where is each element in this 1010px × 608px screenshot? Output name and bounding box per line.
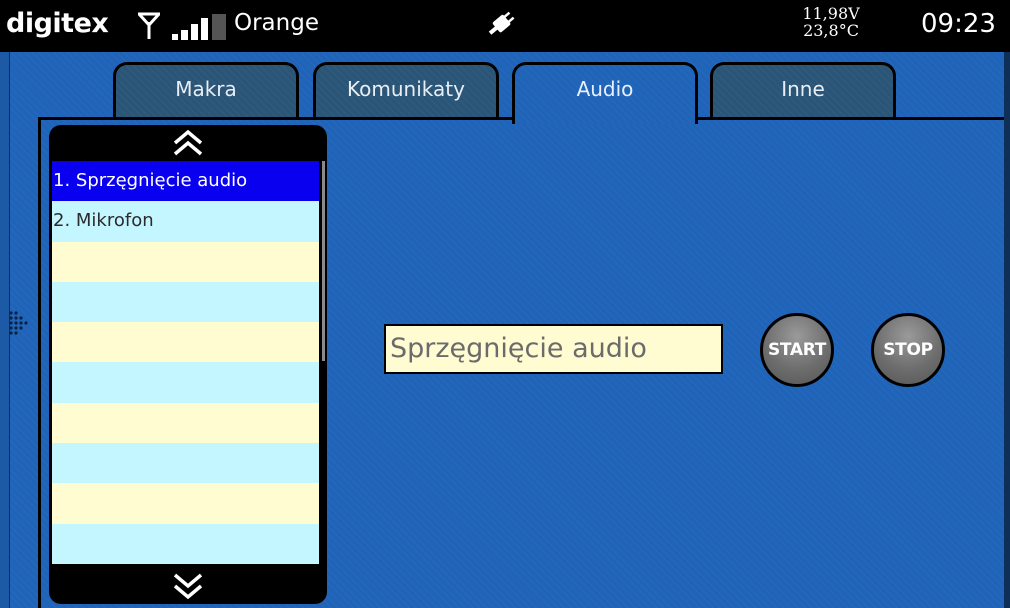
list-item[interactable]	[52, 483, 319, 524]
antenna-icon	[135, 12, 163, 44]
list-item[interactable]	[52, 362, 319, 403]
list-scroll-thumb[interactable]	[322, 161, 325, 361]
list-item[interactable]	[52, 322, 319, 363]
list-item[interactable]: 2. Mikrofon	[52, 201, 319, 242]
drawer-grip-icon[interactable]	[8, 310, 38, 340]
stop-button[interactable]: STOP	[871, 313, 945, 387]
clock: 09:23	[921, 9, 996, 39]
voltage-value: 11,98V	[802, 4, 860, 23]
right-edge	[1004, 52, 1010, 608]
main-area: Makra Komunikaty Audio Inne 1. Sprzęgnię…	[0, 52, 1010, 608]
double-chevron-up-icon	[173, 129, 203, 156]
scroll-up-button[interactable]	[49, 125, 327, 161]
list-item[interactable]	[52, 241, 319, 282]
start-button[interactable]: START	[760, 313, 834, 387]
scroll-down-button[interactable]	[49, 568, 327, 604]
list-item[interactable]	[52, 443, 319, 484]
temperature-value: 23,8°C	[803, 21, 859, 40]
tab-inne[interactable]: Inne	[710, 62, 896, 120]
plug-icon	[484, 10, 518, 46]
list-item[interactable]	[52, 281, 319, 323]
selected-name-field[interactable]: Sprzęgnięcie audio	[384, 324, 723, 374]
list-item[interactable]	[52, 402, 319, 444]
brand-logo: digitex	[6, 8, 109, 39]
double-chevron-down-icon	[173, 573, 203, 600]
audio-panel: 1. Sprzęgnięcie audio 2. Mikrofon Sprzęg…	[38, 117, 1004, 608]
tab-audio[interactable]: Audio	[512, 62, 698, 124]
signal-bars-icon	[172, 13, 228, 45]
audio-list: 1. Sprzęgnięcie audio 2. Mikrofon	[49, 125, 327, 604]
status-bar: digitex Orange 11,98V 23,8°C 09:23	[0, 0, 1010, 52]
tab-makra[interactable]: Makra	[113, 62, 299, 120]
audio-list-items: 1. Sprzęgnięcie audio 2. Mikrofon	[52, 161, 319, 564]
list-item[interactable]	[52, 523, 319, 564]
tab-komunikaty[interactable]: Komunikaty	[313, 62, 499, 120]
battery-readout: 11,98V 23,8°C	[796, 5, 866, 39]
operator-name: Orange	[234, 10, 319, 36]
list-item[interactable]: 1. Sprzęgnięcie audio	[52, 161, 319, 202]
